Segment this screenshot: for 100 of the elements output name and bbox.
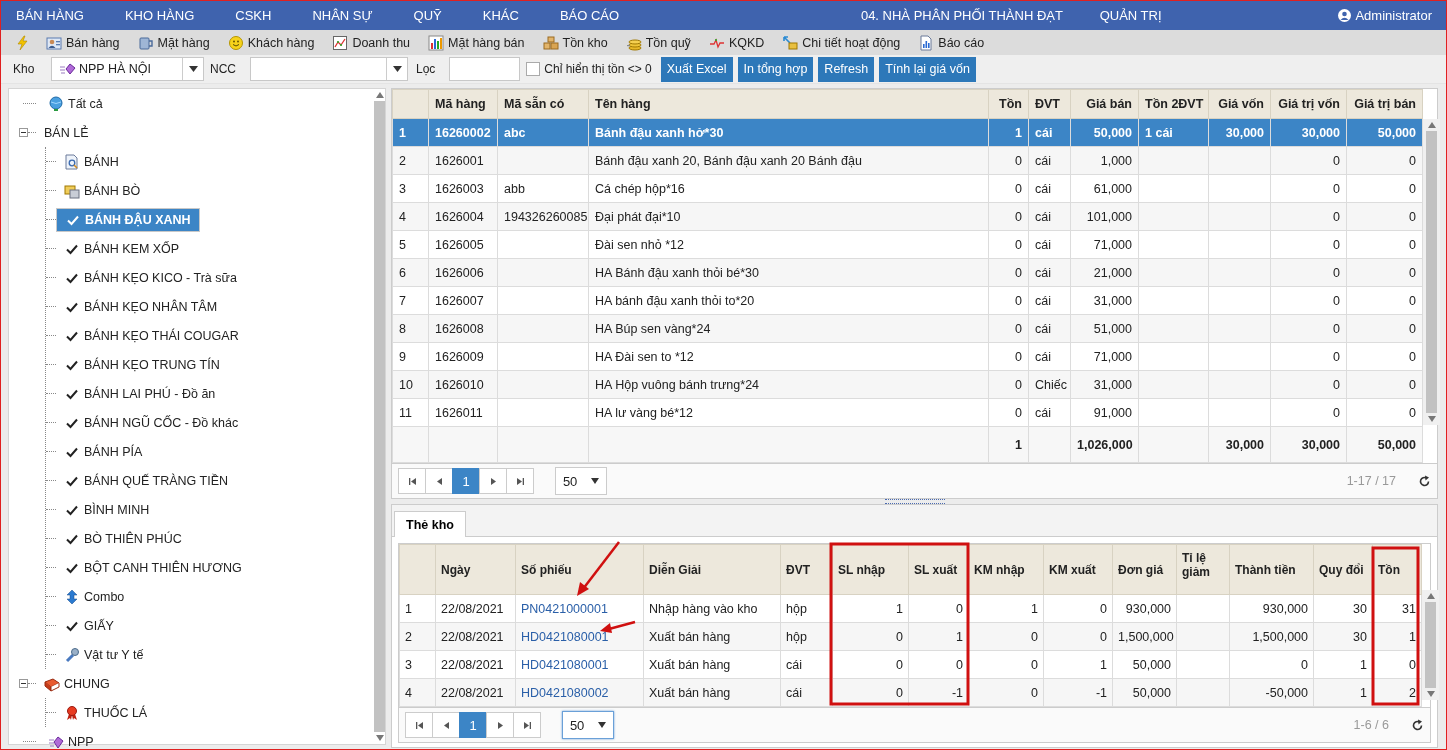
scroll-up-arrow[interactable] — [375, 92, 384, 98]
tree-item[interactable]: BÁNH PÍA — [56, 439, 151, 464]
scroll-down-arrow[interactable] — [1426, 691, 1435, 697]
menu-item[interactable]: BÁO CÁO — [559, 8, 620, 23]
tree-item[interactable]: BÒ THIÊN PHÚC — [56, 526, 190, 551]
column-header[interactable]: Tên hàng — [595, 97, 651, 111]
checkbox[interactable] — [526, 62, 541, 76]
action-button[interactable]: Tính lại giá vốn — [879, 56, 976, 82]
scroll-up-arrow[interactable] — [1426, 593, 1435, 599]
tree-item[interactable]: GIẤY — [56, 613, 122, 638]
table-row[interactable]: 3 1626003 abb Cá chép hộp*16 0 cái 61,000 0 0 — [392, 174, 1423, 203]
scroll-down-arrow[interactable] — [1427, 416, 1436, 422]
table-cell: cái — [1035, 153, 1051, 168]
table-row[interactable]: 11 1626011 HA lư vàng bé*12 0 cái 91,000 0 0 — [392, 398, 1423, 427]
tree-item[interactable]: CHUNG — [36, 671, 118, 696]
last-page-button[interactable] — [506, 468, 534, 494]
table-cell: 0 — [1333, 377, 1340, 392]
table-cell: 0 — [956, 601, 963, 616]
table-row[interactable]: 8 1626008 HA Búp sen vàng*24 0 cái 51,000 0 0 — [392, 314, 1423, 343]
toolbar-button[interactable]: Tồn quỹ — [618, 34, 698, 51]
menu-item[interactable]: BÁN HÀNG — [16, 8, 84, 23]
last-page-icon — [515, 476, 525, 486]
toolbar-button[interactable]: Khách hàng — [220, 34, 322, 51]
menu-item[interactable]: QUỸ — [413, 8, 442, 23]
action-button[interactable]: Xuất Excel — [660, 56, 733, 82]
tree-item[interactable]: BÁNH QUẾ TRÀNG TIỀN — [56, 468, 236, 493]
scrollbar-thumb[interactable] — [374, 101, 385, 732]
warehouse-dropdown[interactable]: NPP HÀ NỘI — [51, 57, 204, 81]
scrollbar-thumb[interactable] — [1426, 131, 1437, 413]
last-page-button[interactable] — [513, 712, 541, 738]
tree-item[interactable]: BỘT CANH THIÊN HƯƠNG — [56, 555, 250, 580]
scrollbar-thumb[interactable] — [1425, 602, 1436, 688]
tree-item[interactable]: BÁNH NGŨ CỐC - Đồ khác — [56, 410, 247, 435]
page-size-dropdown[interactable]: 50 — [555, 467, 607, 495]
filter-field[interactable] — [449, 57, 521, 81]
first-page-button[interactable] — [405, 712, 433, 738]
table-row[interactable]: 1 16260002 abc Bánh đậu xanh hở*30 1 cái 50,000 1 cái 30,000 30,000 50,000 — [392, 118, 1423, 147]
table-row[interactable]: 6 1626006 HA Bánh đậu xanh thỏi bé*30 0 cái 21,000 0 0 — [392, 258, 1423, 287]
company-name[interactable]: 04. NHÀ PHÂN PHỐI THÀNH ĐẠT — [860, 8, 1062, 23]
table-cell: 0 — [1409, 657, 1416, 672]
tree-item[interactable]: BÁNH KẸO NHÂN TÂM — [56, 294, 226, 319]
menu-item[interactable]: KHO HÀNG — [124, 8, 195, 23]
previous-page-button[interactable] — [425, 468, 453, 494]
scroll-down-arrow[interactable] — [375, 735, 384, 741]
table-row[interactable]: 10 1626010 HA Hộp vuông bánh trưng*24 0 Chiếc 31,000 0 0 — [392, 370, 1423, 399]
collapse-toggle[interactable] — [19, 679, 28, 688]
page-size-dropdown[interactable]: 50 — [562, 711, 614, 739]
page-button[interactable]: 1 — [459, 712, 487, 738]
action-button[interactable]: Refresh — [818, 56, 875, 82]
menu-item[interactable]: CSKH — [235, 8, 272, 23]
menu-item[interactable]: QUẢN TRỊ — [1099, 8, 1301, 23]
field-label: Lọc — [416, 62, 436, 76]
toolbar-button[interactable]: Bán hàng — [39, 34, 127, 51]
menu-item[interactable]: NHÂN SỰ — [312, 8, 373, 23]
action-button[interactable]: In tổng hợp — [737, 56, 814, 82]
table-cell: HA Búp sen vàng*24 — [595, 321, 711, 336]
tree-item[interactable]: BÁN LẺ — [36, 120, 97, 145]
refresh-icon[interactable] — [1418, 474, 1431, 488]
tree-item[interactable]: BÁNH KEM XỐP — [56, 236, 188, 261]
tree-item[interactable]: BÁNH ĐẬU XANH — [56, 207, 200, 232]
first-page-button[interactable] — [398, 468, 426, 494]
page-button[interactable]: 1 — [452, 468, 480, 494]
toolbar-button[interactable]: Báo cáo — [911, 34, 992, 51]
table-row[interactable]: 4 1626004 194326260085 Đại phát đại*10 0 cái 101,000 0 0 — [392, 202, 1423, 231]
table-cell: 31,000 — [1093, 377, 1132, 392]
toolbar-button[interactable]: Mặt hàng — [130, 34, 217, 51]
next-page-button[interactable] — [479, 468, 507, 494]
toolbar-button[interactable]: KQKD — [701, 34, 772, 51]
toolbar-button[interactable]: Doanh thu — [325, 34, 418, 51]
tab[interactable]: Thẻ kho — [394, 511, 466, 537]
tree-item[interactable]: BÁNH KẸO TRUNG TÍN — [56, 352, 228, 377]
refresh-icon[interactable] — [1411, 718, 1424, 732]
table-cell: 22/08/2021 — [441, 629, 504, 644]
user-name[interactable]: Administrator — [1355, 8, 1432, 23]
toolbar-button[interactable]: Mặt hàng bán — [421, 34, 532, 51]
table-row[interactable]: 5 1626005 Đài sen nhỏ *12 0 cái 71,000 0 0 — [392, 230, 1423, 259]
tree-item[interactable]: Combo — [56, 584, 133, 609]
page-summary: 1-17 / 17 — [1346, 474, 1396, 488]
table-row[interactable]: 2 1626001 Bánh đậu xanh 20, Bánh đậu xanh 20 Bánh đậu 0 cái 1,000 0 0 — [392, 146, 1423, 175]
collapse-toggle[interactable] — [19, 128, 28, 137]
tree-item[interactable]: BÁNH KẸO KICO - Trà sữa — [56, 265, 245, 290]
tree-item[interactable]: BÁNH — [56, 149, 127, 174]
table-row[interactable]: 7 1626007 HA bánh đậu xanh thỏi to*20 0 cái 31,000 0 0 — [392, 286, 1423, 315]
next-page-button[interactable] — [486, 712, 514, 738]
toolbar-button[interactable]: Chi tiết hoạt động — [775, 34, 908, 51]
table-cell: 1 — [1360, 685, 1367, 700]
tree-item[interactable]: BÁNH BÒ — [56, 178, 149, 203]
table-row[interactable]: 9 1626009 HA Đài sen to *12 0 cái 71,000 0 0 — [392, 342, 1423, 371]
menu-item[interactable]: KHÁC — [482, 8, 519, 23]
scroll-up-arrow[interactable] — [1427, 122, 1436, 128]
toolbar-button[interactable]: Tồn kho — [535, 34, 615, 51]
table-cell: 1 — [1360, 657, 1367, 672]
tree-item[interactable]: Tất cả — [40, 91, 111, 116]
previous-page-button[interactable] — [432, 712, 460, 738]
tree-item[interactable]: NPP — [40, 729, 102, 749]
tree-item[interactable]: Vật tư Y tế — [56, 642, 152, 667]
tree-item[interactable]: THUỐC LÁ — [56, 700, 156, 725]
tree-item[interactable]: BÁNH KẸO THÁI COUGAR — [56, 323, 247, 348]
tree-item[interactable]: BÁNH LAI PHÚ - Đồ ăn — [56, 381, 224, 406]
tree-item[interactable]: BÌNH MINH — [56, 497, 158, 522]
